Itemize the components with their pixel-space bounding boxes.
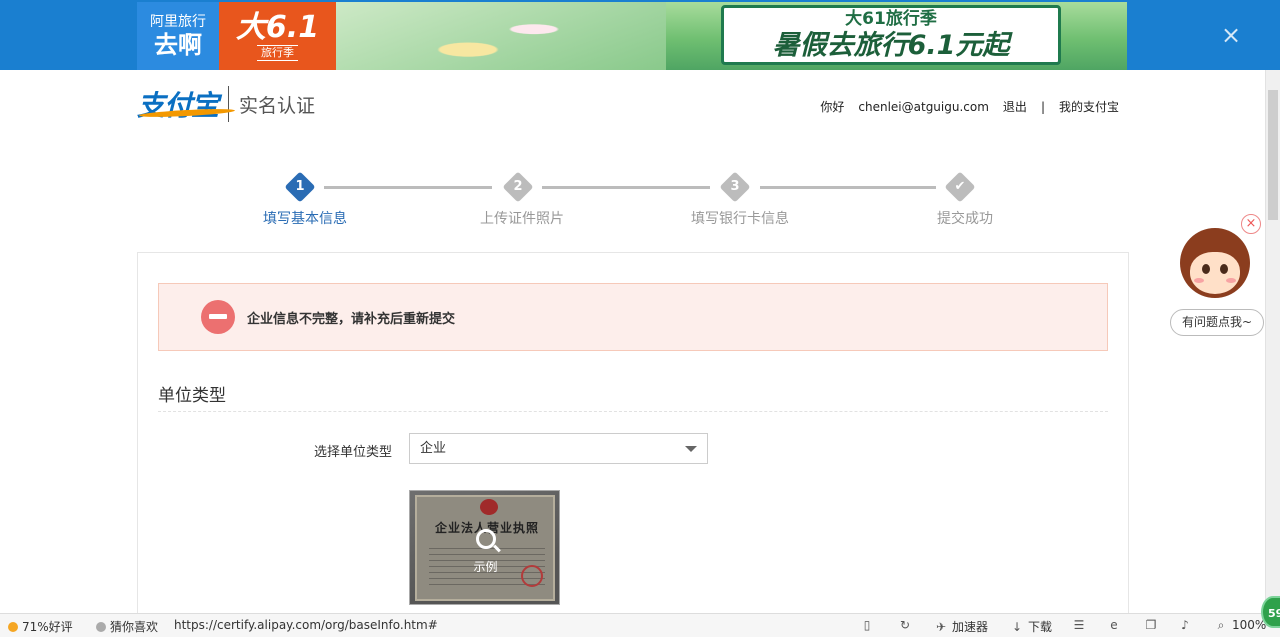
step-3-label: 填写银行卡信息	[691, 211, 789, 227]
step-3-marker: 3	[719, 171, 751, 203]
rocket-icon: ✈	[935, 619, 947, 634]
my-alipay-link[interactable]: 我的支付宝	[1059, 98, 1119, 115]
close-icon[interactable]: ×	[1220, 23, 1242, 47]
magnifier-icon	[476, 529, 496, 549]
accelerator-item[interactable]: ✈ 加速器	[934, 618, 988, 635]
help-button[interactable]: 有问题点我~	[1170, 309, 1264, 336]
national-emblem-icon	[480, 499, 498, 515]
ad-beach-illustration	[336, 2, 666, 70]
rating-text: 71%好评	[22, 620, 73, 634]
ad-promo-small: 旅行季	[257, 45, 298, 61]
unit-type-value: 企业	[420, 441, 447, 456]
step-2-marker: 2	[502, 171, 534, 203]
circle-icon	[96, 621, 106, 632]
notification-badge[interactable]: 59	[1261, 596, 1280, 628]
sample-license-image[interactable]: 企业法人营业执照 示例	[409, 490, 560, 605]
user-nav: 你好 chenlei@atguigu.com 退出 | 我的支付宝	[820, 98, 1119, 115]
step-4-label: 提交成功	[937, 211, 993, 227]
step-2-number: 2	[513, 179, 523, 194]
vertical-scrollbar[interactable]	[1265, 70, 1280, 613]
status-bar: 71%好评 猜你喜欢 https://certify.alipay.com/or…	[0, 613, 1280, 637]
step-3-number: 3	[730, 179, 740, 194]
guess-item[interactable]: 猜你喜欢	[96, 618, 158, 635]
accelerator-text: 加速器	[952, 620, 989, 634]
step-2-label: 上传证件照片	[480, 211, 564, 227]
scrollbar-thumb[interactable]	[1268, 90, 1278, 220]
logo-mark: 支付宝	[137, 84, 236, 124]
zoom-item[interactable]: ⌕ 100%	[1214, 618, 1267, 632]
ad-scene: 大61旅行季 暑假去旅行6.1元起	[336, 2, 1127, 70]
ad-brand-line2: 去啊	[154, 31, 202, 59]
cartoon-girl-avatar[interactable]	[1180, 228, 1250, 298]
avatar-eye-right	[1220, 264, 1228, 274]
refresh-icon[interactable]: ↻	[898, 618, 912, 632]
ad-image[interactable]: 阿里旅行 去啊 大6.1 旅行季 大61旅行季 暑假去旅行6.1元起	[137, 2, 1127, 70]
zoom-text: 100%	[1232, 618, 1267, 632]
progress-steps: 1 2 3 ✔ 填写基本信息 上传证件照片 填写银行卡信息 提交成功	[262, 171, 1002, 232]
ad-promo-block: 大6.1 旅行季	[219, 2, 336, 70]
error-alert: 企业信息不完整，请补充后重新提交	[158, 283, 1108, 351]
ad-brand-block: 阿里旅行 去啊	[137, 2, 219, 70]
ad-promo-big: 大6.1	[235, 10, 320, 45]
browser-page: 阿里旅行 去啊 大6.1 旅行季 大61旅行季 暑假去旅行6.1元起 × 支付宝	[0, 0, 1280, 637]
step-done-marker: ✔	[944, 171, 976, 203]
dropdown-arrow-icon	[685, 446, 697, 452]
page-subtitle: 实名认证	[239, 94, 316, 117]
user-email: chenlei@atguigu.com	[858, 99, 989, 114]
check-icon: ✔	[954, 179, 966, 194]
avatar-eye-left	[1202, 264, 1210, 274]
fruit-icon	[8, 621, 18, 632]
step-1-marker: 1	[284, 171, 316, 203]
form-panel: 企业信息不完整，请补充后重新提交 单位类型 选择单位类型 企业 企业法人营业执照…	[137, 252, 1129, 632]
download-text: 下载	[1028, 620, 1053, 634]
step-1-label: 填写基本信息	[263, 211, 347, 227]
nav-separator: |	[1040, 99, 1045, 114]
logo-divider	[228, 86, 230, 122]
avatar-blush-left	[1194, 278, 1204, 283]
ad-brand-line1: 阿里旅行	[150, 14, 206, 30]
notes-icon[interactable]: ☰	[1072, 618, 1086, 632]
mobile-icon[interactable]: ▯	[860, 618, 874, 632]
status-url: https://certify.alipay.com/org/baseInfo.…	[174, 618, 438, 632]
speaker-icon[interactable]: ♪	[1178, 618, 1192, 632]
ad-board-line1: 大61旅行季	[845, 9, 937, 29]
alipay-logo[interactable]: 支付宝 实名认证	[137, 85, 315, 123]
minus-circle-icon	[201, 300, 235, 334]
alert-message: 企业信息不完整，请补充后重新提交	[247, 311, 456, 327]
avatar-face	[1190, 252, 1240, 294]
logo-text: 支付宝	[137, 89, 219, 122]
sample-label: 示例	[473, 560, 498, 574]
unit-type-label: 选择单位类型	[314, 445, 393, 460]
greeting-text: 你好	[820, 100, 845, 114]
ad-signboard: 大61旅行季 暑假去旅行6.1元起	[721, 5, 1061, 65]
ie-icon[interactable]: e	[1107, 618, 1121, 632]
step-connector-3	[760, 186, 936, 189]
logout-link[interactable]: 退出	[1003, 98, 1027, 115]
help-widget: × 有问题点我~	[1168, 214, 1268, 338]
avatar-blush-right	[1226, 278, 1236, 283]
guess-text: 猜你喜欢	[110, 620, 159, 634]
top-ad-banner: 阿里旅行 去啊 大6.1 旅行季 大61旅行季 暑假去旅行6.1元起 ×	[0, 0, 1280, 70]
helper-close-icon[interactable]: ×	[1241, 214, 1261, 234]
ad-board-line2: 暑假去旅行6.1元起	[772, 30, 1010, 61]
unit-type-select[interactable]: 企业	[409, 433, 708, 464]
download-item[interactable]: ↓ 下载	[1010, 618, 1052, 635]
zoom-icon: ⌕	[1217, 618, 1225, 632]
section-divider	[158, 411, 1108, 412]
rating-item[interactable]: 71%好评	[8, 618, 73, 635]
download-icon: ↓	[1011, 619, 1023, 634]
step-1-number: 1	[295, 179, 305, 194]
step-connector-1	[324, 186, 492, 189]
step-connector-2	[542, 186, 710, 189]
section-title: 单位类型	[158, 386, 226, 406]
window-icon[interactable]: ❐	[1144, 618, 1158, 632]
